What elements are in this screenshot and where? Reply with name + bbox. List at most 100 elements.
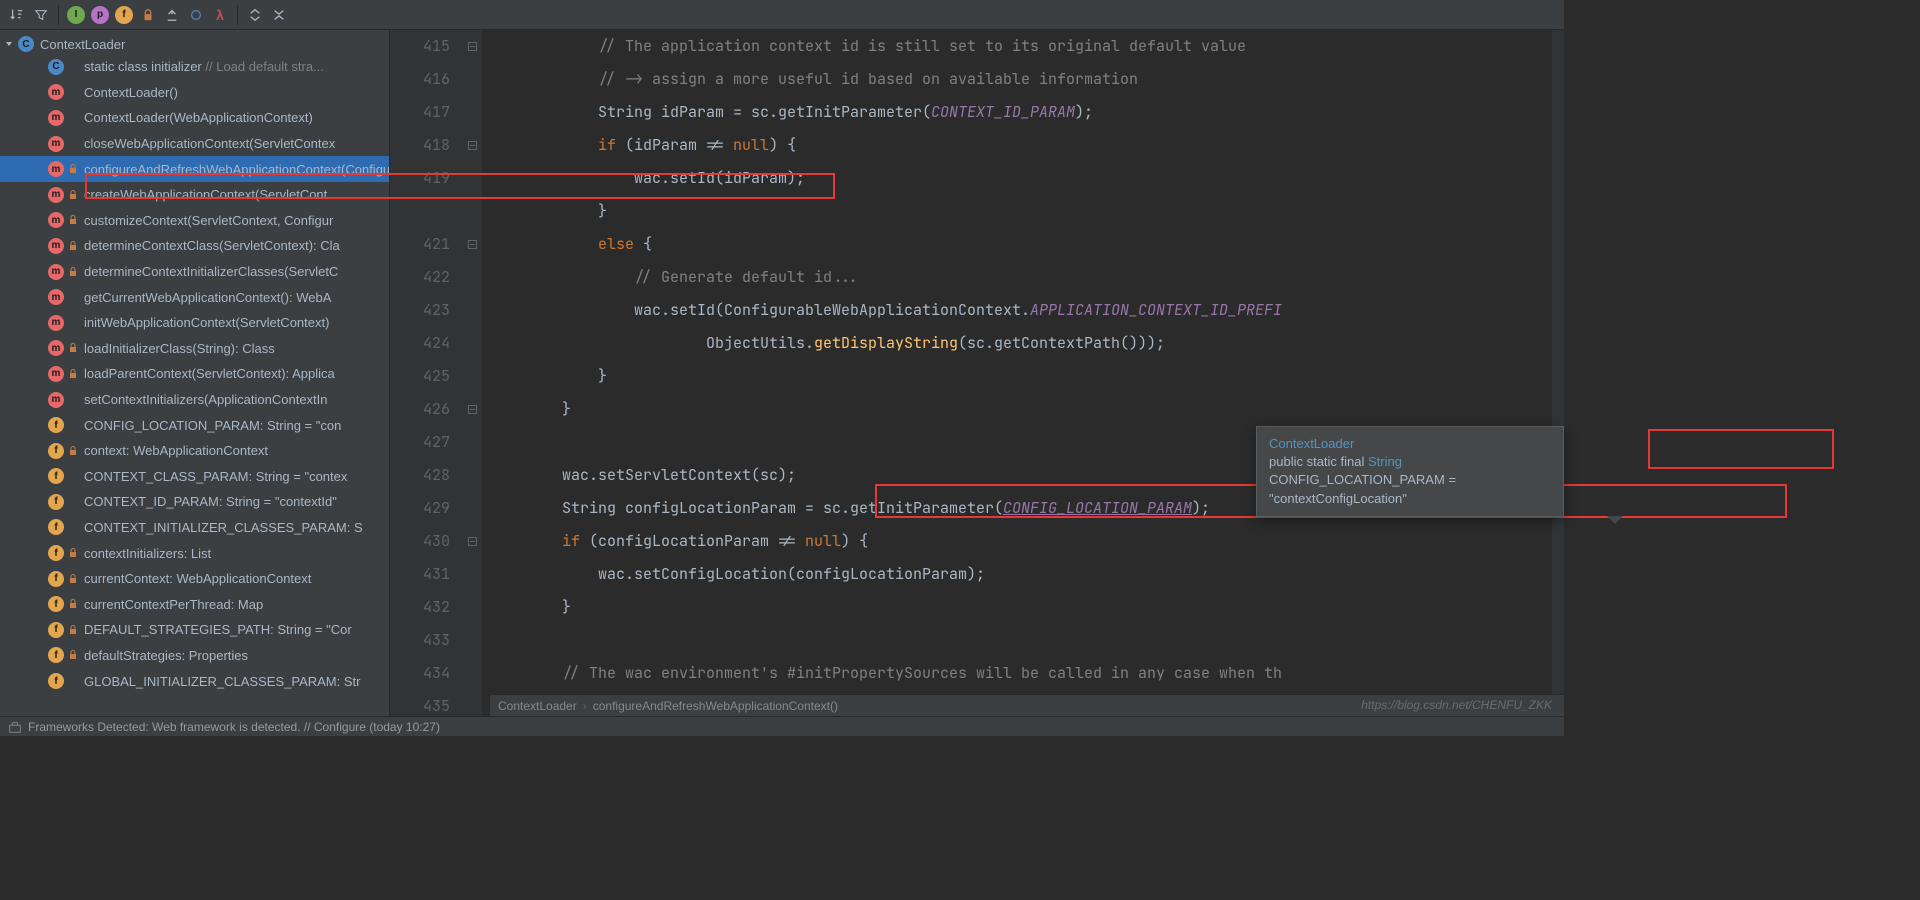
tree-item[interactable]: mContextLoader() bbox=[0, 80, 389, 106]
tree-item[interactable]: fGLOBAL_INITIALIZER_CLASSES_PARAM: Str bbox=[0, 668, 389, 694]
tree-item[interactable]: mcloseWebApplicationContext(ServletConte… bbox=[0, 131, 389, 157]
lock-icon bbox=[68, 164, 78, 174]
tree-item[interactable]: fCONTEXT_CLASS_PARAM: String = "contex bbox=[0, 464, 389, 490]
show-nonpublic-icon[interactable] bbox=[137, 4, 159, 26]
member-icon: f bbox=[48, 494, 64, 510]
show-properties-icon[interactable]: p bbox=[89, 4, 111, 26]
tree-item[interactable]: mloadParentContext(ServletContext): Appl… bbox=[0, 361, 389, 387]
fold-toggle[interactable] bbox=[462, 195, 482, 228]
fold-toggle[interactable] bbox=[462, 459, 482, 492]
member-icon: m bbox=[48, 392, 64, 408]
tree-item[interactable]: fdefaultStrategies: Properties bbox=[0, 643, 389, 669]
breadcrumb-class[interactable]: ContextLoader bbox=[498, 699, 577, 713]
fold-toggle[interactable] bbox=[462, 360, 482, 393]
fold-toggle[interactable] bbox=[462, 228, 482, 261]
fold-toggle[interactable] bbox=[462, 63, 482, 96]
fold-column[interactable] bbox=[462, 30, 482, 716]
tree-item[interactable]: fcurrentContext: WebApplicationContext bbox=[0, 566, 389, 592]
line-number: 433 bbox=[390, 624, 450, 657]
code-line[interactable]: } bbox=[490, 360, 1564, 393]
fold-toggle[interactable] bbox=[462, 492, 482, 525]
line-number: 418 bbox=[390, 129, 450, 162]
tree-item[interactable]: fcontextInitializers: List bbox=[0, 540, 389, 566]
lambda-icon[interactable]: λ bbox=[209, 4, 231, 26]
tree-item[interactable]: fDEFAULT_STRATEGIES_PATH: String = "Cor bbox=[0, 617, 389, 643]
line-number: 431 bbox=[390, 558, 450, 591]
tree-item[interactable]: mgetCurrentWebApplicationContext(): WebA bbox=[0, 284, 389, 310]
code-line[interactable]: // The application context id is still s… bbox=[490, 30, 1564, 63]
code-line[interactable]: // -> assign a more useful id based on a… bbox=[490, 63, 1564, 96]
fold-toggle[interactable] bbox=[462, 591, 482, 624]
code-line[interactable]: if (idParam != null) { bbox=[490, 129, 1564, 162]
member-icon: m bbox=[48, 212, 64, 228]
fold-toggle[interactable] bbox=[462, 30, 482, 63]
code-line[interactable]: wac.setId(idParam); bbox=[490, 162, 1564, 195]
tree-item[interactable]: mdetermineContextInitializerClasses(Serv… bbox=[0, 259, 389, 285]
show-inherited-icon[interactable] bbox=[161, 4, 183, 26]
lock-icon bbox=[68, 369, 78, 379]
fold-toggle[interactable] bbox=[462, 393, 482, 426]
fold-toggle[interactable] bbox=[462, 657, 482, 690]
code-line[interactable] bbox=[490, 624, 1564, 657]
expand-all-button[interactable] bbox=[244, 4, 266, 26]
tree-item[interactable]: fCONFIG_LOCATION_PARAM: String = "con bbox=[0, 412, 389, 438]
fold-toggle[interactable] bbox=[462, 525, 482, 558]
code-line[interactable]: String idParam = sc.getInitParameter(CON… bbox=[490, 96, 1564, 129]
tree-item[interactable]: Cstatic class initializer // Load defaul… bbox=[0, 54, 389, 80]
editor-scrollbar[interactable] bbox=[1552, 30, 1564, 716]
member-icon: m bbox=[48, 289, 64, 305]
code-line[interactable]: // The wac environment's #initPropertySo… bbox=[490, 657, 1564, 690]
line-number: 422 bbox=[390, 261, 450, 294]
tree-root[interactable]: CContextLoader bbox=[0, 34, 389, 54]
tree-item[interactable]: fCONTEXT_INITIALIZER_CLASSES_PARAM: S bbox=[0, 515, 389, 541]
lock-icon bbox=[68, 650, 78, 660]
code-area[interactable]: // The application context id is still s… bbox=[482, 30, 1564, 716]
tree-item[interactable]: mcustomizeContext(ServletContext, Config… bbox=[0, 208, 389, 234]
sort-button[interactable] bbox=[6, 4, 28, 26]
collapse-all-button[interactable] bbox=[268, 4, 290, 26]
tree-item[interactable]: fCONTEXT_ID_PARAM: String = "contextId" bbox=[0, 489, 389, 515]
tree-item[interactable]: mcreateWebApplicationContext(ServletCont bbox=[0, 182, 389, 208]
fold-toggle[interactable] bbox=[462, 558, 482, 591]
fold-toggle[interactable] bbox=[462, 129, 482, 162]
code-line[interactable]: } bbox=[490, 393, 1564, 426]
code-editor[interactable]: 4154164174184194214224234244254264274284… bbox=[390, 30, 1564, 716]
member-icon: f bbox=[48, 673, 64, 689]
code-line[interactable]: // Generate default id... bbox=[490, 261, 1564, 294]
fold-toggle[interactable] bbox=[462, 327, 482, 360]
fold-toggle[interactable] bbox=[462, 624, 482, 657]
tree-item[interactable]: mloadInitializerClass(String): Class bbox=[0, 336, 389, 362]
filter-button[interactable] bbox=[30, 4, 52, 26]
tree-item[interactable]: fcurrentContextPerThread: Map bbox=[0, 591, 389, 617]
code-line[interactable]: if (configLocationParam != null) { bbox=[490, 525, 1564, 558]
show-fields-icon[interactable]: f bbox=[113, 4, 135, 26]
code-line[interactable]: } bbox=[490, 591, 1564, 624]
tree-item[interactable]: msetContextInitializers(ApplicationConte… bbox=[0, 387, 389, 413]
tree-item[interactable]: mContextLoader(WebApplicationContext) bbox=[0, 105, 389, 131]
breadcrumb-method[interactable]: configureAndRefreshWebApplicationContext… bbox=[593, 699, 838, 713]
code-line[interactable]: wac.setConfigLocation(configLocationPara… bbox=[490, 558, 1564, 591]
fold-toggle[interactable] bbox=[462, 162, 482, 195]
fold-toggle[interactable] bbox=[462, 261, 482, 294]
member-icon: f bbox=[48, 545, 64, 561]
member-icon: f bbox=[48, 468, 64, 484]
tree-item[interactable]: fcontext: WebApplicationContext bbox=[0, 438, 389, 464]
code-line[interactable]: } bbox=[490, 195, 1564, 228]
lock-icon bbox=[68, 190, 78, 200]
member-icon: m bbox=[48, 161, 64, 177]
anonymous-icon[interactable] bbox=[185, 4, 207, 26]
code-line[interactable]: else { bbox=[490, 228, 1564, 261]
line-number: 428 bbox=[390, 459, 450, 492]
lock-icon bbox=[68, 446, 78, 456]
structure-sidebar[interactable]: CContextLoaderCstatic class initializer … bbox=[0, 30, 390, 716]
show-interfaces-icon[interactable]: I bbox=[65, 4, 87, 26]
fold-toggle[interactable] bbox=[462, 294, 482, 327]
tree-item[interactable]: mdetermineContextClass(ServletContext): … bbox=[0, 233, 389, 259]
line-number bbox=[390, 195, 450, 228]
tree-item[interactable]: mconfigureAndRefreshWebApplicationContex… bbox=[0, 156, 389, 182]
code-line[interactable]: ObjectUtils.getDisplayString(sc.getConte… bbox=[490, 327, 1564, 360]
code-line[interactable]: wac.setId(ConfigurableWebApplicationCont… bbox=[490, 294, 1564, 327]
fold-toggle[interactable] bbox=[462, 96, 482, 129]
tree-item[interactable]: minitWebApplicationContext(ServletContex… bbox=[0, 310, 389, 336]
fold-toggle[interactable] bbox=[462, 426, 482, 459]
